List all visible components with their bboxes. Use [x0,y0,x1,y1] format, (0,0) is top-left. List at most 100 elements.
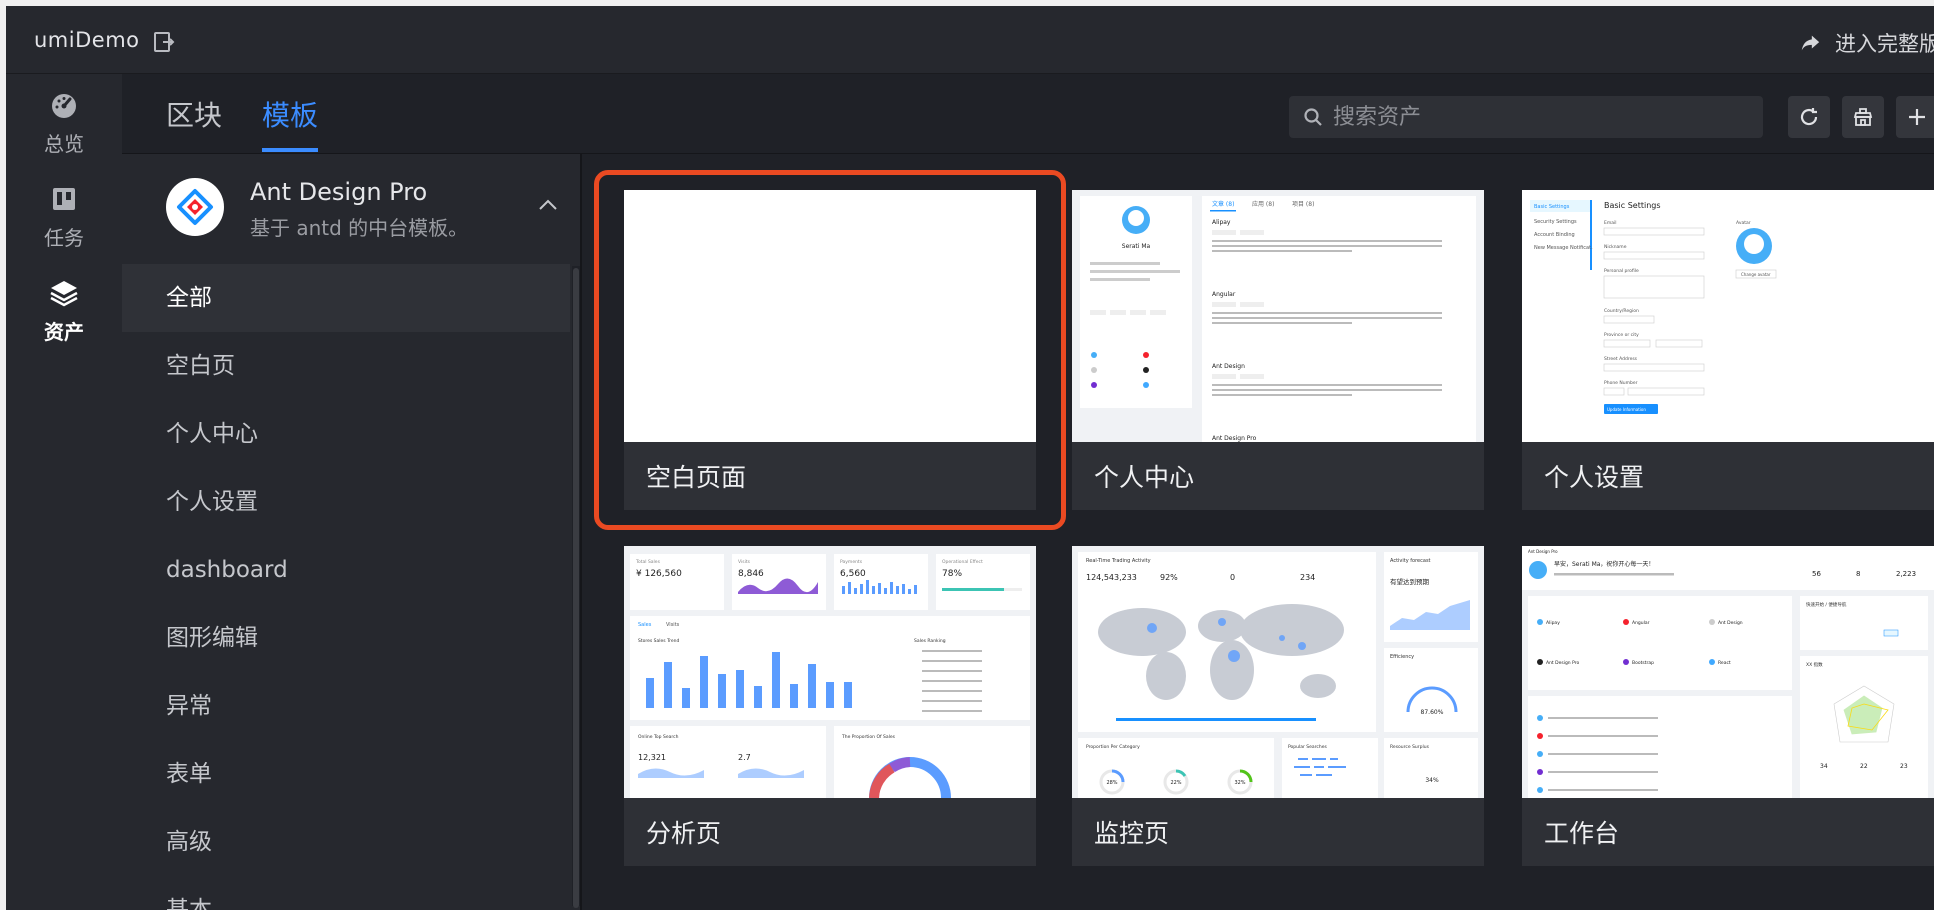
rail-label-overview: 总览 [44,132,84,156]
thumb-text: New Message Notificat. [1534,245,1593,251]
category-item-dashboard[interactable]: dashboard [122,536,570,604]
thumb-text: Phone Number [1604,380,1638,386]
category-item-editor[interactable]: 图形编辑 [122,604,570,672]
category-item-settings[interactable]: 个人设置 [122,468,570,536]
template-thumb-center: Serati Ma 文章 (8) 应用 (8) 项目 (8) Alipay An… [1072,190,1484,442]
thumb-text: 应用 (8) [1252,200,1274,208]
thumb-text: XX 指数 [1806,661,1823,668]
thumb-text: Avatar [1736,220,1751,226]
thumb-text: Ant Design Pro [1546,660,1579,666]
thumb-text: 124,543,233 [1086,573,1137,582]
chevron-up-icon[interactable] [536,196,560,212]
thumb-text: Basic Settings [1604,201,1661,210]
thumb-text: Ant Design Pro [1528,549,1558,554]
thumb-text: 234 [1300,573,1315,582]
category-item-center[interactable]: 个人中心 [122,400,570,468]
thumb-text: 8,846 [738,569,764,579]
exit-icon[interactable] [152,30,176,54]
thumb-text: Serati Ma [1122,243,1151,250]
thumb-text: 早安，Serati Ma，祝你开心每一天！ [1554,560,1654,568]
dashboard-icon [52,94,76,118]
tab-bar: 区块 模板 [122,74,1934,154]
scrollbar-thumb[interactable] [573,268,579,908]
thumb-text: Update Information [1607,407,1646,412]
template-thumb-blank [624,190,1036,442]
thumb-text: Street Address [1604,356,1638,362]
category-item-exception[interactable]: 异常 [122,672,570,740]
thumb-text: 8 [1856,570,1860,578]
pack-subtitle: 基于 antd 的中台模板。 [250,216,469,240]
category-item-form[interactable]: 表单 [122,740,570,808]
rail-label-tasks: 任务 [44,226,84,250]
thumb-text: Efficiency [1390,654,1414,660]
thumb-text: ¥ 126,560 [636,569,682,579]
rail-item-tasks[interactable]: 任务 [6,184,122,284]
category-panel: Ant Design Pro 基于 antd 的中台模板。 全部 空白页 个人中… [122,154,582,910]
category-item-blank[interactable]: 空白页 [122,332,570,400]
thumb-text: 项目 (8) [1292,201,1314,208]
rail-item-assets[interactable]: 资产 [6,278,122,378]
thumb-text: Bootstrap [1632,660,1654,666]
thumb-text: Security Settings [1534,219,1577,225]
thumb-text: Angular [1212,291,1236,298]
store-button[interactable] [1842,96,1884,138]
thumb-text: Account Binding [1534,232,1575,238]
thumb-text: 28% [1106,780,1117,786]
thumb-text: 22% [1170,780,1181,786]
thumb-text: Operational Effect [942,559,983,565]
share-arrow-icon [1801,35,1820,51]
thumb-text: 34% [1425,777,1439,784]
thumb-text: Activity forecast [1390,558,1431,564]
template-pack-header[interactable]: Ant Design Pro 基于 antd 的中台模板。 [122,154,582,264]
refresh-button[interactable] [1788,96,1830,138]
thumb-text: Ant Design Pro [1212,435,1257,442]
thumb-text: Change avatar [1741,272,1771,277]
template-card-blank[interactable]: 空白页面 [594,170,1066,530]
category-item-all[interactable]: 全部 [122,264,570,332]
category-list: 全部 空白页 个人中心 个人设置 dashboard 图形编辑 异常 表单 高级… [122,264,570,910]
thumb-text: Province or city [1604,332,1639,338]
template-card-analysis[interactable]: Total Sales Visits Payments Operational … [624,546,1036,866]
thumb-text: 快速开始 / 便捷导航 [1806,601,1847,608]
thumb-text: 2,223 [1896,570,1916,578]
category-item-basic[interactable]: 基本 [122,876,570,910]
template-caption: 空白页面 [646,463,747,492]
thumb-text: Visits [666,622,680,628]
thumb-text: Real-Time Trading Activity [1086,558,1151,564]
thumb-text: 12,321 [638,753,666,762]
tab-templates[interactable]: 模板 [262,94,319,152]
category-item-advanced[interactable]: 高级 [122,808,570,876]
template-card-settings[interactable]: Basic Settings Security Settings Account… [1522,190,1934,510]
full-version-link[interactable]: 进入完整版 [1799,28,1934,58]
thumb-text: Payments [840,559,863,565]
tab-blocks[interactable]: 区块 [166,94,222,148]
template-card-workplace[interactable]: Ant Design Pro 早安，Serati Ma，祝你开心每一天！ 56 … [1522,546,1934,866]
thumb-text: Ant Design [1718,620,1743,626]
rail-item-overview[interactable]: 总览 [6,90,122,190]
thumb-text: Sales [638,622,652,628]
store-icon [1853,108,1873,126]
plus-icon [1909,109,1925,125]
add-button[interactable] [1896,96,1934,138]
app-name: umiDemo [34,28,140,52]
title-bar: umiDemo 进入完整版 [6,6,1934,74]
thumb-text: Basic Settings [1534,204,1570,210]
search-input[interactable] [1333,104,1733,130]
refresh-icon [1800,108,1818,126]
thumb-text: Country/Region [1604,308,1639,314]
template-card-monitor[interactable]: Real-Time Trading Activity 124,543,233 9… [1072,546,1484,866]
thumb-text: Ant Design [1212,363,1245,370]
template-card-center[interactable]: Serati Ma 文章 (8) 应用 (8) 项目 (8) Alipay An… [1072,190,1484,510]
rail-label-assets: 资产 [44,320,84,344]
thumb-text: 0 [1230,573,1235,582]
thumb-text: 22 [1860,763,1868,770]
thumb-text: Alipay [1546,620,1560,626]
search-box[interactable] [1289,96,1763,138]
thumb-text: Alipay [1212,219,1231,226]
thumb-text: 34 [1820,763,1828,770]
search-icon [1304,108,1322,126]
template-thumb-monitor: Real-Time Trading Activity 124,543,233 9… [1072,546,1484,798]
thumb-text: Email [1604,220,1617,226]
thumb-text: 有望达到预期 [1390,577,1430,586]
thumb-text: 23 [1900,763,1908,770]
